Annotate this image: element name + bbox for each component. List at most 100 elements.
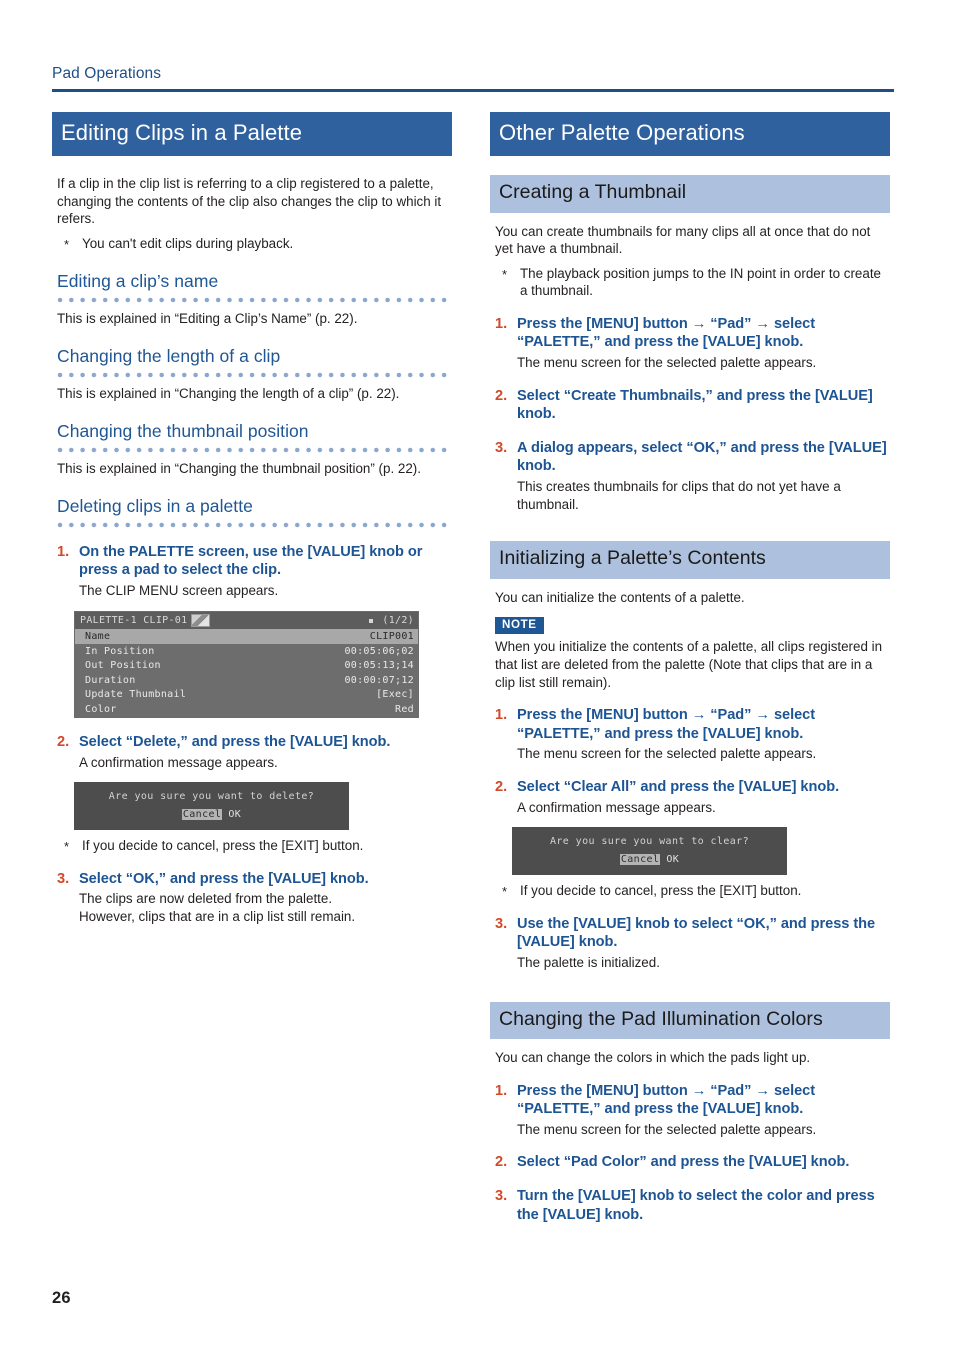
editing-clips-intro: If a clip in the clip list is referring … [57, 176, 442, 227]
dialog-buttons: Cancel OK [74, 807, 349, 822]
step-body: A confirmation message appears. [79, 754, 278, 770]
lcd-row-label: Name [85, 630, 111, 642]
lcd-row-name: Name CLIP001 [75, 629, 418, 645]
initializing-step-2: 2. Select “Clear All” and press the [VAL… [495, 778, 890, 816]
status-square-icon [369, 618, 374, 623]
step-number: 3. [495, 439, 508, 456]
dotted-rule [57, 521, 452, 528]
asterisk-marker: * [502, 884, 508, 900]
step-body: The menu screen for the selected palette… [517, 746, 817, 762]
creating-thumbnail-step-1: 1. Press the [MENU] button → “Pad” → sel… [495, 315, 890, 372]
step-body: A confirmation message appears. [517, 799, 716, 815]
step-body: The menu screen for the selected palette… [517, 355, 817, 371]
lcd-row-value: 00:05:13;14 [344, 660, 414, 672]
step-number: 3. [495, 1188, 508, 1205]
section-heading-other-palette-operations: Other Palette Operations [490, 112, 890, 156]
step-title: Use the [VALUE] knob to select “OK,” and… [517, 915, 876, 951]
section-heading-editing-clips: Editing Clips in a Palette [52, 112, 452, 156]
lcd-row-label: Update Thumbnail [85, 689, 187, 701]
manual-page: Pad Operations Editing Clips in a Palett… [0, 0, 954, 1350]
lcd-title-text: PALETTE-1 CLIP-01 [80, 615, 188, 627]
step-body: The palette is initialized. [517, 955, 660, 971]
editing-clips-intro-note: * You can't edit clips during playback. [64, 235, 452, 253]
dotted-rule [57, 446, 452, 453]
asterisk-marker: * [64, 839, 70, 855]
heading-creating-thumbnail: Creating a Thumbnail [490, 175, 890, 213]
step-title: On the PALETTE screen, use the [VALUE] k… [79, 543, 423, 579]
left-column: Editing Clips in a Palette If a clip in … [52, 112, 452, 926]
lcd-title-left: PALETTE-1 CLIP-01 [80, 614, 211, 628]
step-body: This creates thumbnails for clips that d… [517, 479, 841, 512]
step-title: Select “Pad Color” and press the [VALUE]… [517, 1154, 850, 1171]
delete-step-3: 3. Select “OK,” and press the [VALUE] kn… [57, 870, 452, 926]
lcd-clip-menu-screenshot: PALETTE-1 CLIP-01 (1/2) Name CLIP001 In … [74, 611, 419, 718]
thumbnail-icon [191, 614, 211, 628]
pad-colors-step-2: 2. Select “Pad Color” and press the [VAL… [495, 1153, 890, 1172]
step-number: 3. [57, 870, 70, 887]
lcd-row-value: Red [395, 703, 414, 715]
step-number: 3. [495, 915, 508, 932]
dotted-rule [57, 371, 452, 378]
step-number: 2. [57, 734, 70, 750]
lcd-delete-confirm-dialog: Are you sure you want to delete? Cancel O… [74, 782, 349, 831]
note-badge: NOTE [495, 617, 544, 635]
pad-colors-step-3: 3. Turn the [VALUE] knob to select the c… [495, 1187, 890, 1224]
dialog-cancel-button[interactable]: Cancel [619, 854, 661, 866]
step-title: A dialog appears, select “OK,” and press… [517, 439, 887, 475]
lcd-titlebar: PALETTE-1 CLIP-01 (1/2) [75, 612, 418, 630]
step-number: 2. [495, 779, 508, 796]
step-title: Press the [MENU] button → “Pad” → select… [517, 315, 816, 351]
asterisk-marker: * [502, 266, 508, 282]
dialog-ok-button[interactable]: OK [666, 854, 679, 865]
subheading-changing-length: Changing the length of a clip [57, 346, 281, 367]
creating-thumbnail-step-2: 2. Select “Create Thumbnails,” and press… [495, 387, 890, 424]
running-header-title: Pad Operations [52, 65, 162, 82]
lcd-row-color: Color Red [75, 702, 418, 717]
delete-cancel-note: * If you decide to cancel, press the [EX… [64, 837, 452, 855]
lcd-title-right: (1/2) [369, 615, 414, 627]
heading-pad-illumination-colors: Changing the Pad Illumination Colors [490, 1001, 890, 1040]
step-number: 1. [495, 315, 508, 332]
step-title: Select “Clear All” and press the [VALUE]… [517, 779, 840, 796]
delete-step-2: 2. Select “Delete,” and press the [VALUE… [57, 733, 452, 771]
delete-step-1: 1. On the PALETTE screen, use the [VALUE… [57, 543, 452, 600]
lcd-row-value: 00:00:07;12 [344, 674, 414, 686]
subheading-deleting-clips: Deleting clips in a palette [57, 496, 253, 517]
step-body-line1: The clips are now deleted from the palet… [79, 891, 333, 907]
lcd-row-value: CLIP001 [369, 630, 414, 642]
lcd-clear-confirm-dialog: Are you sure you want to clear? Cancel OK [512, 827, 787, 876]
lcd-row-label: In Position [85, 645, 155, 657]
step-title: Press the [MENU] button → “Pad” → select… [517, 707, 816, 742]
dialog-cancel-button[interactable]: Cancel [181, 809, 223, 821]
lcd-row-value: 00:05:06;02 [344, 645, 414, 657]
lcd-row-label: Out Position [85, 660, 161, 672]
running-header-rule [52, 89, 894, 92]
changing-thumbnail-position-body: This is explained in “Changing the thumb… [57, 460, 421, 476]
creating-thumbnail-intro: You can create thumbnails for many clips… [495, 223, 871, 257]
subheading-editing-clip-name: Editing a clip’s name [57, 271, 219, 292]
step-title: Select “OK,” and press the [VALUE] knob. [79, 870, 369, 887]
step-number: 2. [495, 1154, 508, 1171]
initializing-cancel-note-text: If you decide to cancel, press the [EXIT… [520, 883, 802, 899]
step-body: The CLIP MENU screen appears. [79, 582, 279, 598]
lcd-row-out-position: Out Position 00:05:13;14 [75, 659, 418, 674]
step-number: 2. [495, 387, 508, 404]
right-column: Other Palette Operations Creating a Thum… [490, 112, 890, 1224]
step-body: The menu screen for the selected palette… [517, 1121, 817, 1137]
step-number: 1. [57, 543, 70, 560]
changing-length-body: This is explained in “Changing the lengt… [57, 385, 400, 401]
step-title: Select “Delete,” and press the [VALUE] k… [79, 734, 391, 750]
initializing-note-body: When you initialize the contents of a pa… [495, 639, 883, 690]
dotted-rule [57, 296, 452, 303]
lcd-row-update-thumbnail: Update Thumbnail [Exec] [75, 688, 418, 703]
delete-cancel-note-text: If you decide to cancel, press the [EXIT… [82, 838, 364, 854]
step-title: Turn the [VALUE] knob to select the colo… [517, 1188, 875, 1223]
pad-colors-step-1: 1. Press the [MENU] button → “Pad” → sel… [495, 1082, 890, 1139]
dialog-message: Are you sure you want to delete? [108, 791, 315, 803]
lcd-page-indicator: (1/2) [382, 615, 414, 627]
dialog-message: Are you sure you want to clear? [549, 836, 750, 848]
step-body-line2: However, clips that are in a clip list s… [79, 908, 356, 924]
initializing-step-3: 3. Use the [VALUE] knob to select “OK,” … [495, 915, 890, 972]
dialog-ok-button[interactable]: OK [228, 809, 241, 820]
creating-thumbnail-note-text: The playback position jumps to the IN po… [520, 265, 881, 299]
